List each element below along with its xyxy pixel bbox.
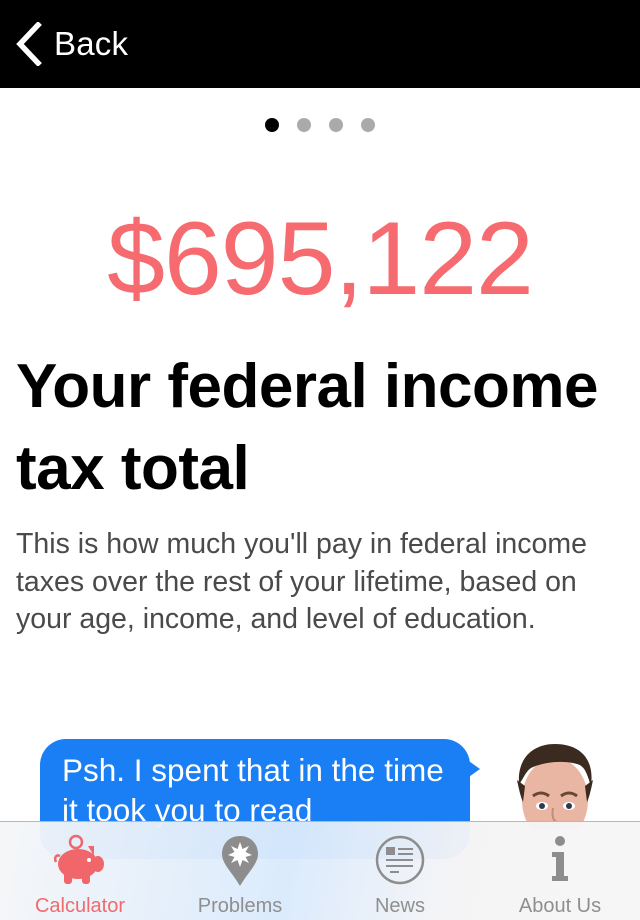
tab-label: About Us — [518, 895, 602, 917]
tab-label: News — [374, 895, 425, 917]
result-title: Your federal income tax total — [16, 352, 598, 503]
tab-about-us[interactable]: About Us — [480, 822, 640, 920]
map-pin-burst-icon — [222, 836, 258, 886]
page-dot-3[interactable] — [329, 118, 343, 132]
message-text: Psh. I spent that in the time it took yo… — [62, 752, 444, 828]
tab-calculator[interactable]: Calculator — [0, 822, 160, 920]
newspaper-icon — [375, 835, 425, 885]
page-dot-1[interactable] — [265, 118, 279, 132]
result-description: This is how much you'll pay in federal i… — [16, 528, 587, 635]
tab-news[interactable]: News — [320, 822, 480, 920]
info-icon — [552, 836, 568, 881]
tab-label: Problems — [197, 895, 283, 917]
navigation-bar: Back — [0, 0, 640, 88]
person-face-icon — [517, 744, 593, 830]
page-dot-2[interactable] — [297, 118, 311, 132]
message-bubble-tail — [466, 759, 480, 779]
tab-problems[interactable]: Problems — [160, 822, 320, 920]
back-button[interactable]: Back — [14, 20, 128, 68]
page-indicator[interactable] — [0, 118, 640, 132]
back-label: Back — [54, 25, 129, 62]
piggy-bank-icon — [53, 834, 104, 884]
page-dot-4[interactable] — [361, 118, 375, 132]
avatar — [513, 740, 597, 830]
tax-total-amount: $695,122 — [107, 201, 534, 317]
tab-bar: Calculator Problems News About Us — [0, 821, 640, 920]
tab-label: Calculator — [34, 895, 126, 917]
chevron-left-icon — [16, 22, 42, 66]
